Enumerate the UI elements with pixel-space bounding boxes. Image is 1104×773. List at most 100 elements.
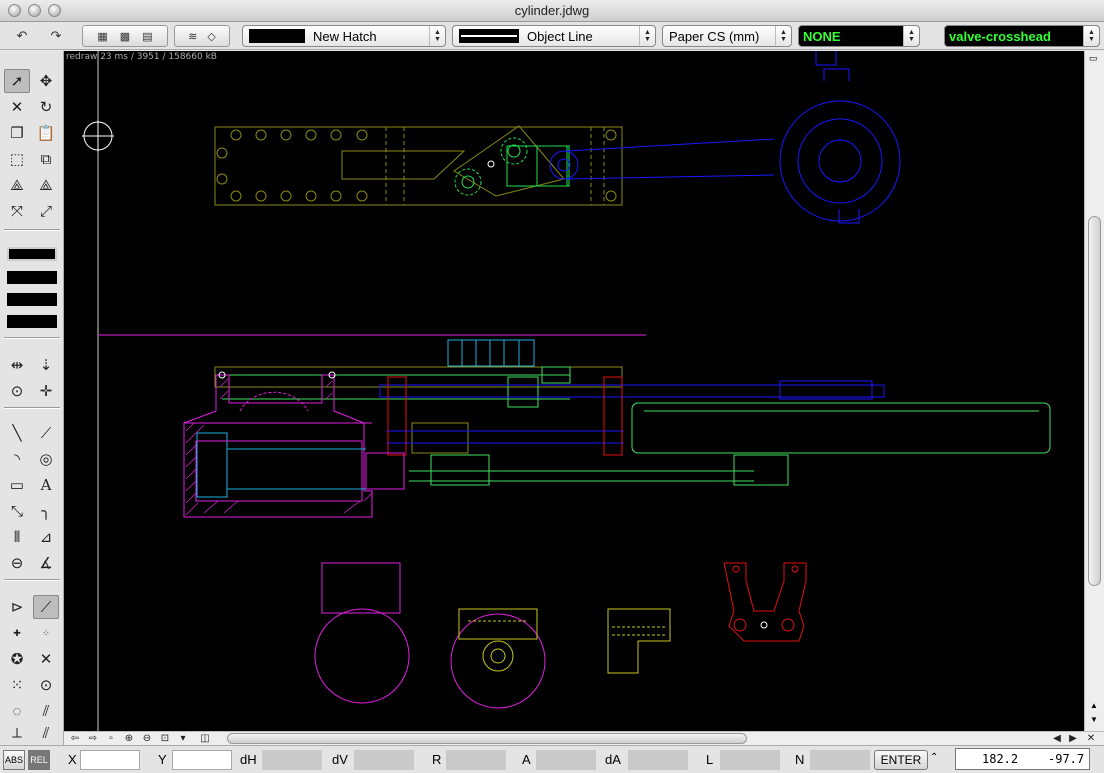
copy-tool[interactable]: ❐ [4, 121, 30, 145]
text-tool[interactable]: A [33, 473, 59, 497]
snap-midpoint-tool[interactable]: ⁙ [4, 673, 30, 697]
lineweight-thin[interactable] [7, 247, 57, 261]
arc-icon: ◝ [14, 451, 20, 468]
horizontal-dim-tool[interactable]: ⇹ [4, 353, 30, 377]
wireframe-icon[interactable]: ◇ [207, 30, 215, 43]
da-field[interactable] [628, 750, 688, 770]
coord-x: 182.2 [982, 752, 1019, 766]
n-field[interactable] [810, 750, 870, 770]
mirror-tool[interactable]: ⟁ [4, 173, 30, 197]
snap-intersection-icon: ✕ [39, 651, 53, 668]
absolute-mode-button[interactable]: ABS [3, 750, 25, 770]
zoom-out-icon[interactable]: ⊖ [138, 732, 156, 745]
pan-left-icon[interactable]: ⇦ [66, 732, 84, 745]
layer-select[interactable]: valve-crosshead ▲ ▼ [944, 25, 1100, 47]
linetype-select-arrows-icon: ▲ ▼ [639, 26, 655, 46]
scale-tool[interactable]: ⬚ [4, 147, 30, 171]
scale-icon: ⬚ [9, 151, 25, 168]
move-tool[interactable]: ✥ [33, 69, 59, 93]
arc-tool[interactable]: ◝ [4, 447, 30, 471]
coords-menu-icon[interactable]: ⌃ [930, 752, 938, 763]
pan-right-icon[interactable]: ⇨ [84, 732, 102, 745]
delete-tool[interactable]: ✕ [4, 95, 30, 119]
paste-tool[interactable]: 📋 [33, 121, 59, 145]
dv-field[interactable] [354, 750, 414, 770]
snap-endpoint-tool[interactable]: ⊳ [4, 595, 30, 619]
enter-button[interactable]: ENTER [874, 750, 928, 770]
circle-icon: ◎ [39, 451, 53, 468]
lineweight-thick[interactable] [7, 293, 57, 306]
scroll-page-icon[interactable]: ▭ [1089, 53, 1098, 64]
zoom-out-tool[interactable]: ⤢ [33, 199, 59, 223]
scroll-up-icon[interactable]: ▲ [1090, 701, 1098, 710]
stretch-tool[interactable]: ⧉ [33, 147, 59, 171]
a-field[interactable] [536, 750, 596, 770]
fillet-tool[interactable]: ╮ [33, 499, 59, 523]
horizontal-scroll-thumb[interactable] [227, 733, 747, 744]
offset-tool[interactable]: ⫴ [4, 525, 30, 549]
layout-icon[interactable]: ◫ [196, 732, 214, 745]
snap-grid-tool[interactable]: ⁘ [33, 621, 59, 645]
snap-circle-tool[interactable]: ⊙ [33, 673, 59, 697]
scroll-down-icon[interactable]: ▼ [1090, 715, 1098, 724]
zoom-in-tool[interactable]: ⤧ [4, 199, 30, 223]
undo-button[interactable]: ↶ [6, 25, 38, 47]
y-field[interactable] [172, 750, 232, 770]
snap-intersection-tool[interactable]: ✕ [33, 647, 59, 671]
dh-field[interactable] [262, 750, 322, 770]
snap-point-tool[interactable]: ✚ [4, 621, 30, 645]
horizontal-scrollbar: ⇦ ⇨ ▫ ⊕ ⊖ ⊡ ▾ ◫ ◀ ▶ ✕ [64, 731, 1104, 745]
x-field[interactable] [80, 750, 140, 770]
snap-free-tool[interactable]: ⟋ [33, 595, 59, 619]
measure-tool[interactable]: ⊖ [4, 551, 30, 575]
vertical-dim-tool[interactable]: ⇣ [33, 353, 59, 377]
horizontal-dim-icon: ⇹ [10, 357, 24, 374]
color-select[interactable]: NONE ▲ ▼ [798, 25, 920, 47]
trim-tool[interactable]: ⤡ [4, 499, 30, 523]
drawing-canvas[interactable]: redraw 23 ms / 3951 / 158660 kB [64, 51, 1084, 731]
lineweight-heavy[interactable] [7, 315, 57, 328]
valve-plate-topview [214, 125, 623, 206]
zoom-menu-icon[interactable]: ▾ [174, 732, 192, 745]
r-field[interactable] [446, 750, 506, 770]
zoom-window-icon[interactable]: ⊡ [156, 732, 174, 745]
scroll-right-icon[interactable]: ▶ [1064, 732, 1082, 745]
snap-object-icon[interactable]: ▩ [120, 30, 130, 43]
layers-icon[interactable]: ≋ [188, 30, 197, 43]
center-mark-tool[interactable]: ✛ [33, 379, 59, 403]
coordinate-space-select[interactable]: Paper CS (mm) ▲ ▼ [662, 25, 792, 47]
lineweight-medium[interactable] [7, 271, 57, 284]
vertical-scrollbar[interactable]: ▭ ▲ ▼ [1084, 51, 1104, 731]
rotate-tool[interactable]: ↻ [33, 95, 59, 119]
detail-view-magenta [314, 562, 546, 709]
hatch-select[interactable]: New Hatch ▲ ▼ [242, 25, 446, 47]
snap-center-tool[interactable]: ✪ [4, 647, 30, 671]
snap-nearest-tool[interactable]: ⫽ [33, 721, 59, 745]
circle-tool[interactable]: ◎ [33, 447, 59, 471]
angle-tool[interactable]: ∡ [33, 551, 59, 575]
snap-tangent-tool[interactable]: ◌ [4, 699, 30, 723]
page-icon[interactable]: ▫ [102, 732, 120, 745]
zoom-in-icon[interactable]: ⊕ [120, 732, 138, 745]
radius-dim-tool[interactable]: ⊙ [4, 379, 30, 403]
line-tool[interactable]: ╲ [4, 421, 30, 445]
snap-midpoint-icon: ⁙ [10, 677, 24, 694]
snap-auto-icon[interactable]: ▤ [142, 30, 152, 43]
rectangle-tool[interactable]: ▭ [4, 473, 30, 497]
hatch-tool[interactable]: ⊿ [33, 525, 59, 549]
polyline-tool[interactable]: ⟋ [33, 421, 59, 445]
redo-button[interactable]: ↷ [40, 25, 72, 47]
linetype-select[interactable]: Object Line ▲ ▼ [452, 25, 656, 47]
select-tool[interactable]: ➚ [4, 69, 30, 93]
snap-parallel-tool[interactable]: ⫽ [33, 699, 59, 723]
l-field[interactable] [720, 750, 780, 770]
delete-icon: ✕ [10, 99, 24, 116]
array-tool[interactable]: ⟁ [33, 173, 59, 197]
snap-perpendicular-tool[interactable]: ⟂ [4, 721, 30, 745]
close-view-icon[interactable]: ✕ [1082, 732, 1100, 745]
vertical-scroll-thumb[interactable] [1088, 216, 1101, 586]
snap-grid-icon[interactable]: ▦ [97, 30, 107, 43]
tool-palette: ➚ ✥ ✕ ↻ ❐ 📋 ⬚ ⧉ ⟁ ⟁ ⤧ ⤢ ⇹ ⇣ ⊙ ✛ ╲ ⟋ ◝ ◎ … [0, 51, 64, 745]
relative-mode-button[interactable]: REL [28, 750, 50, 770]
angle-icon: ∡ [39, 555, 53, 572]
